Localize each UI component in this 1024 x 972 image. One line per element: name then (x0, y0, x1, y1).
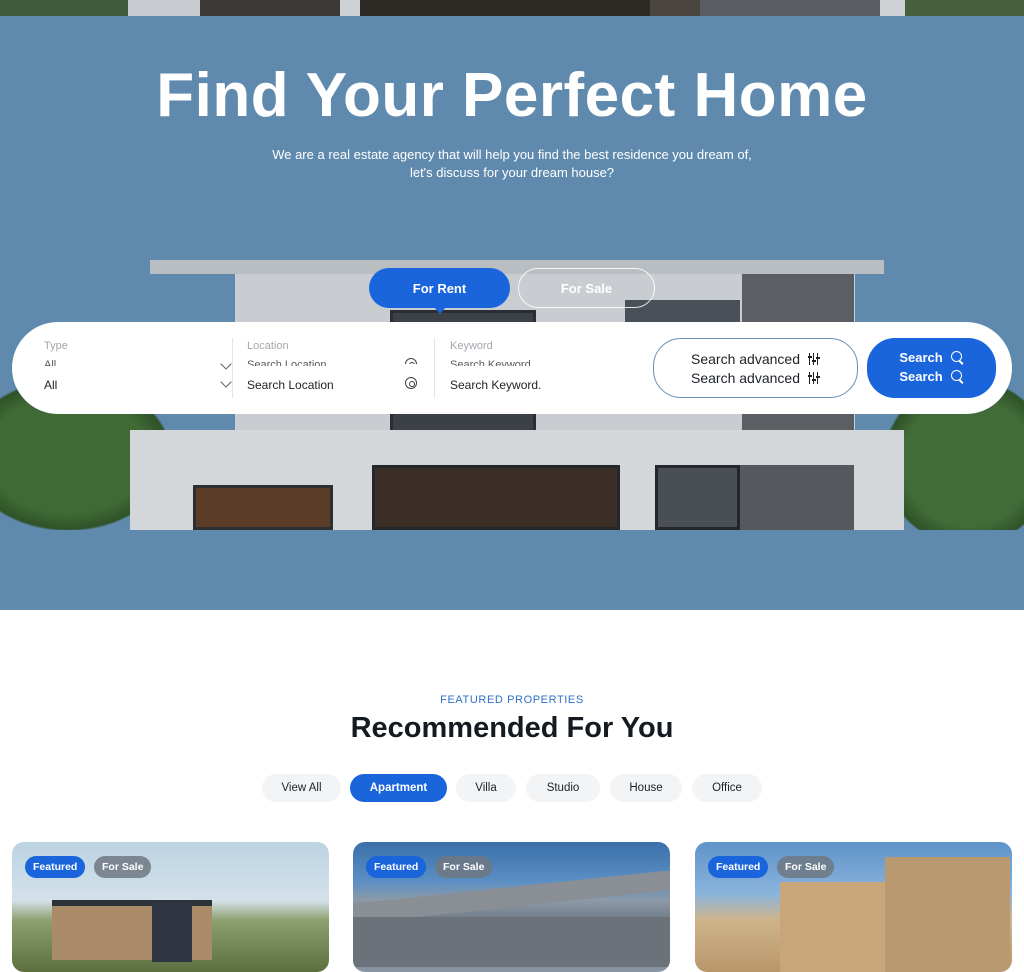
house-window (655, 465, 740, 530)
sliders-icon (807, 372, 820, 384)
property-filter-chips: View All Apartment Villa Studio House Of… (0, 774, 1024, 802)
location-input[interactable]: Location Search Location Search Location (247, 338, 417, 398)
section-title: Recommended For You (350, 712, 674, 744)
property-image-detail (353, 917, 670, 967)
tab-for-rent[interactable]: For Rent (369, 268, 510, 314)
filter-apartment[interactable]: Apartment (350, 774, 447, 802)
location-placeholder: Search Location (247, 378, 334, 392)
search-advanced-button[interactable]: Search advanced Search advanced (653, 338, 858, 398)
search-icon (950, 370, 964, 383)
type-value: All (44, 378, 58, 392)
house-roof (150, 260, 884, 274)
search-button-label: Search (899, 369, 943, 384)
chevron-down-icon[interactable] (220, 376, 232, 388)
tab-for-sale-label: For Sale (560, 280, 613, 296)
hero-title: Find Your Perfect Home (156, 61, 868, 130)
keyword-input[interactable]: Keyword Search Keyword. Search Keyword. (450, 338, 630, 398)
divider (434, 338, 435, 398)
tab-for-rent-label: For Rent (412, 280, 467, 296)
divider (232, 338, 233, 398)
chevron-down-icon (220, 358, 232, 370)
property-image-detail (885, 857, 1010, 972)
search-button-label: Search (899, 350, 943, 365)
previous-image-strip (0, 0, 1024, 16)
type-label: Type (44, 340, 68, 352)
for-sale-badge: For Sale (94, 856, 152, 878)
target-icon[interactable] (405, 377, 417, 389)
filter-house[interactable]: House (610, 774, 682, 802)
search-advanced-label: Search advanced (691, 370, 800, 386)
for-sale-badge: For Sale (435, 856, 493, 878)
search-advanced-label: Search advanced (691, 351, 800, 367)
featured-badge: Featured (366, 856, 427, 878)
filter-office[interactable]: Office (692, 774, 762, 802)
section-eyebrow: FEATURED PROPERTIES (440, 694, 584, 706)
filter-villa[interactable]: Villa (456, 774, 516, 802)
house-stone-panel (740, 465, 854, 530)
target-icon (405, 358, 417, 364)
featured-badge: Featured (708, 856, 769, 878)
location-ghost-placeholder: Search Location (247, 359, 327, 366)
sliders-icon (807, 353, 820, 365)
keyword-ghost-placeholder: Search Keyword. (450, 359, 534, 366)
filter-view-all[interactable]: View All (262, 774, 341, 802)
hero-subtitle: We are a real estate agency that will he… (272, 147, 752, 180)
property-image (353, 870, 670, 924)
filter-studio[interactable]: Studio (526, 774, 600, 802)
keyword-label: Keyword (450, 340, 493, 352)
house-window (372, 465, 620, 530)
search-icon (950, 351, 964, 364)
keyword-placeholder: Search Keyword. (450, 378, 542, 392)
type-ghost-value: All (44, 359, 57, 366)
property-image-detail (152, 902, 192, 962)
featured-badge: Featured (25, 856, 86, 878)
tab-for-sale[interactable]: For Sale (518, 268, 655, 308)
property-card[interactable]: Featured For Sale (12, 842, 329, 972)
property-search-bar: Type All All Location Search Location Se… (12, 322, 1012, 414)
type-select[interactable]: Type All All (44, 338, 232, 398)
hero-section: Find Your Perfect Home We are a real est… (0, 0, 1024, 610)
property-card[interactable]: Featured For Sale (353, 842, 670, 972)
search-button[interactable]: Search Search (867, 338, 996, 398)
house-window (193, 485, 333, 530)
location-label: Location (247, 340, 289, 352)
property-card[interactable]: Featured For Sale (695, 842, 1012, 972)
for-sale-badge: For Sale (777, 856, 835, 878)
